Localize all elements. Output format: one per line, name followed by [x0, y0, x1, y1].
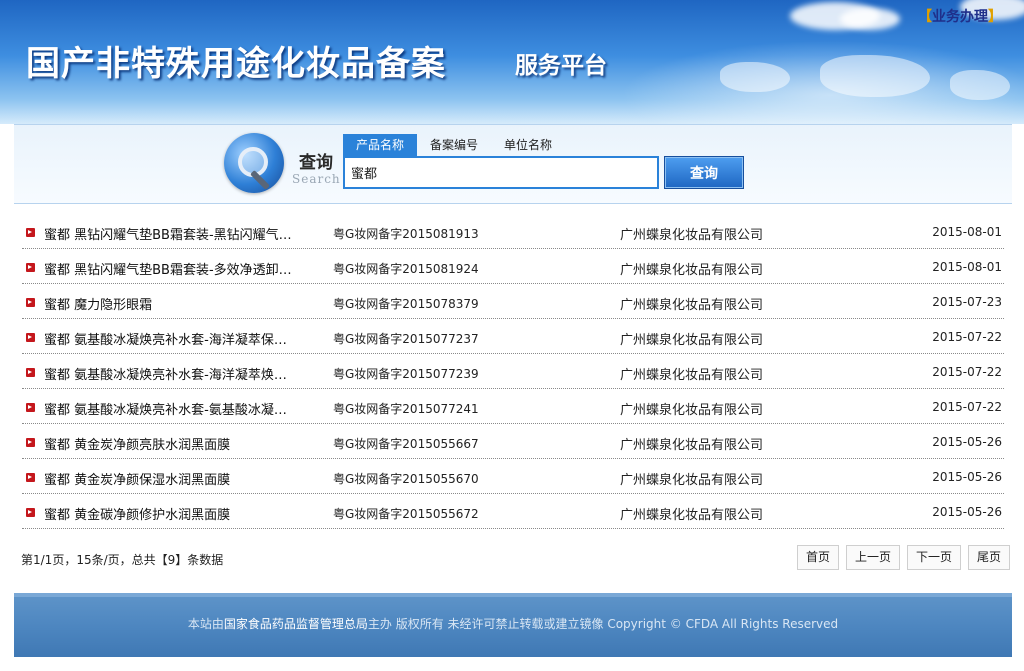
- filing-number: 粤G妆网备字2015077241: [333, 402, 479, 416]
- filing-date: 2015-07-23: [932, 295, 1002, 309]
- footer-suffix: 主办 版权所有 未经许可禁止转载或建立镜像 Copyright © CFDA A…: [367, 617, 839, 631]
- company-name: 广州蝶泉化妆品有限公司: [620, 368, 764, 383]
- site-title: 国产非特殊用途化妆品备案: [26, 44, 446, 84]
- company-name: 广州蝶泉化妆品有限公司: [620, 228, 764, 243]
- list-item: 蜜都 氨基酸冰凝焕亮补水套-氨基酸冰凝… 粤G妆网备字2015077241 广州…: [22, 389, 1004, 424]
- company-name: 广州蝶泉化妆品有限公司: [620, 263, 764, 278]
- next-page-button[interactable]: 下一页: [907, 545, 962, 570]
- footer-prefix: 本站由: [187, 617, 224, 631]
- list-item: 蜜都 黄金炭净颜亮肤水润黑面膜 粤G妆网备字2015055667 广州蝶泉化妆品…: [22, 424, 1004, 459]
- pagination: 首页 上一页 下一页 尾页: [797, 545, 1011, 570]
- filing-date: 2015-05-26: [932, 470, 1002, 484]
- filing-number: 粤G妆网备字2015081913: [333, 227, 479, 241]
- search-type-tabs: 产品名称 备案编号 单位名称: [343, 134, 565, 156]
- product-name-link[interactable]: 蜜都 黑钻闪耀气垫BB霜套装-多效净透卸…: [44, 259, 314, 278]
- footer-organizer-link[interactable]: 国家食品药品监督管理总局: [224, 617, 368, 631]
- site-header: 国产非特殊用途化妆品备案 服务平台 【业务办理】: [0, 0, 1024, 124]
- arrow-bullet-icon: [26, 508, 35, 517]
- world-map-decoration: [720, 62, 790, 92]
- list-item: 蜜都 黄金碳净颜修护水润黑面膜 粤G妆网备字2015055672 广州蝶泉化妆品…: [22, 494, 1004, 529]
- product-name-link[interactable]: 蜜都 氨基酸冰凝焕亮补水套-氨基酸冰凝…: [44, 399, 314, 418]
- search-panel: 查询 Search 产品名称 备案编号 单位名称 查询: [14, 124, 1012, 204]
- filing-number: 粤G妆网备字2015055672: [333, 507, 479, 521]
- tab-product-name[interactable]: 产品名称: [343, 134, 418, 156]
- bracket-open: 【: [918, 9, 932, 25]
- filing-number: 粤G妆网备字2015081924: [333, 262, 479, 276]
- tab-filing-number[interactable]: 备案编号: [417, 134, 491, 156]
- pagination-info: 第1/1页，15条/页，总共【9】条数据: [21, 553, 224, 567]
- results-list: 蜜都 黑钻闪耀气垫BB霜套装-黑钻闪耀气… 粤G妆网备字2015081913 广…: [22, 214, 1004, 529]
- last-page-button[interactable]: 尾页: [968, 545, 1011, 570]
- globe-search-icon: [224, 133, 284, 193]
- arrow-bullet-icon: [26, 263, 35, 272]
- search-button[interactable]: 查询: [664, 156, 744, 189]
- list-item: 蜜都 黑钻闪耀气垫BB霜套装-黑钻闪耀气… 粤G妆网备字2015081913 广…: [22, 214, 1004, 249]
- list-item: 蜜都 黄金炭净颜保湿水润黑面膜 粤G妆网备字2015055670 广州蝶泉化妆品…: [22, 459, 1004, 494]
- filing-date: 2015-05-26: [932, 435, 1002, 449]
- arrow-bullet-icon: [26, 298, 35, 307]
- list-item: 蜜都 黑钻闪耀气垫BB霜套装-多效净透卸… 粤G妆网备字2015081924 广…: [22, 249, 1004, 284]
- product-name-link[interactable]: 蜜都 魔力隐形眼霜: [44, 294, 314, 313]
- filing-date: 2015-07-22: [932, 330, 1002, 344]
- product-name-link[interactable]: 蜜都 黑钻闪耀气垫BB霜套装-黑钻闪耀气…: [44, 224, 314, 243]
- company-name: 广州蝶泉化妆品有限公司: [620, 473, 764, 488]
- business-handling-label: 业务办理: [932, 9, 988, 25]
- previous-page-button[interactable]: 上一页: [846, 545, 901, 570]
- product-name-link[interactable]: 蜜都 黄金炭净颜亮肤水润黑面膜: [44, 434, 314, 453]
- arrow-bullet-icon: [26, 368, 35, 377]
- filing-date: 2015-08-01: [932, 260, 1002, 274]
- world-map-decoration: [950, 70, 1010, 100]
- tab-company-name[interactable]: 单位名称: [491, 134, 565, 156]
- arrow-bullet-icon: [26, 228, 35, 237]
- filing-date: 2015-07-22: [932, 365, 1002, 379]
- business-handling-link[interactable]: 【业务办理】: [918, 6, 1002, 26]
- search-input[interactable]: [343, 156, 659, 189]
- site-subtitle: 服务平台: [515, 52, 607, 79]
- filing-number: 粤G妆网备字2015055670: [333, 472, 479, 486]
- product-name-link[interactable]: 蜜都 黄金碳净颜修护水润黑面膜: [44, 504, 314, 523]
- company-name: 广州蝶泉化妆品有限公司: [620, 403, 764, 418]
- search-label: 查询: [299, 153, 333, 173]
- arrow-bullet-icon: [26, 473, 35, 482]
- filing-number: 粤G妆网备字2015077239: [333, 367, 479, 381]
- list-item: 蜜都 魔力隐形眼霜 粤G妆网备字2015078379 广州蝶泉化妆品有限公司 2…: [22, 284, 1004, 319]
- filing-date: 2015-08-01: [932, 225, 1002, 239]
- bracket-close: 】: [988, 9, 1002, 25]
- filing-number: 粤G妆网备字2015077237: [333, 332, 479, 346]
- footer-copyright: 本站由国家食品药品监督管理总局主办 版权所有 未经许可禁止转载或建立镜像 Cop…: [14, 615, 1012, 632]
- company-name: 广州蝶泉化妆品有限公司: [620, 508, 764, 523]
- filing-number: 粤G妆网备字2015055667: [333, 437, 479, 451]
- cloud-decoration: [840, 8, 900, 30]
- site-footer: 本站由国家食品药品监督管理总局主办 版权所有 未经许可禁止转载或建立镜像 Cop…: [14, 593, 1012, 657]
- first-page-button[interactable]: 首页: [797, 545, 840, 570]
- product-name-link[interactable]: 蜜都 黄金炭净颜保湿水润黑面膜: [44, 469, 314, 488]
- product-name-link[interactable]: 蜜都 氨基酸冰凝焕亮补水套-海洋凝萃焕…: [44, 364, 314, 383]
- arrow-bullet-icon: [26, 403, 35, 412]
- world-map-decoration: [820, 55, 930, 97]
- company-name: 广州蝶泉化妆品有限公司: [620, 438, 764, 453]
- search-label-english: Search: [292, 172, 341, 186]
- filing-number: 粤G妆网备字2015078379: [333, 297, 479, 311]
- list-item: 蜜都 氨基酸冰凝焕亮补水套-海洋凝萃焕… 粤G妆网备字2015077239 广州…: [22, 354, 1004, 389]
- filing-date: 2015-07-22: [932, 400, 1002, 414]
- product-name-link[interactable]: 蜜都 氨基酸冰凝焕亮补水套-海洋凝萃保…: [44, 329, 314, 348]
- arrow-bullet-icon: [26, 438, 35, 447]
- filing-date: 2015-05-26: [932, 505, 1002, 519]
- company-name: 广州蝶泉化妆品有限公司: [620, 333, 764, 348]
- company-name: 广州蝶泉化妆品有限公司: [620, 298, 764, 313]
- list-item: 蜜都 氨基酸冰凝焕亮补水套-海洋凝萃保… 粤G妆网备字2015077237 广州…: [22, 319, 1004, 354]
- arrow-bullet-icon: [26, 333, 35, 342]
